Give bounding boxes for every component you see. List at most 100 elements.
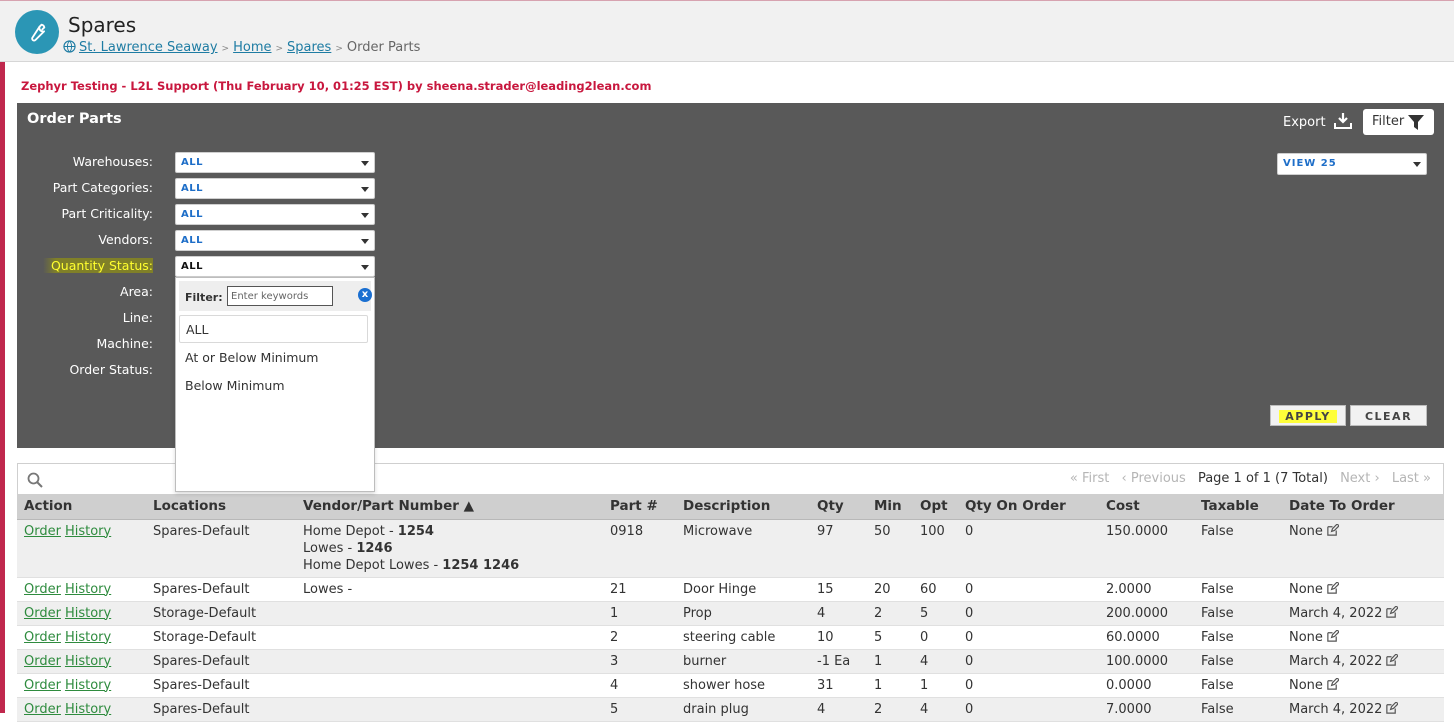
breadcrumb-separator: > [275,44,284,54]
wrench-icon [15,10,59,54]
order-link[interactable]: Order [24,654,61,669]
globe-icon [63,40,76,53]
dropdown-option-all[interactable]: ALL [179,315,368,343]
vendors-select[interactable]: ALL [175,230,375,251]
apply-button[interactable]: APPLY [1270,405,1346,426]
on-order-cell: 0 [958,649,1099,674]
edit-icon[interactable] [1326,580,1340,595]
clear-button[interactable]: CLEAR [1350,405,1427,426]
edit-icon[interactable] [1326,628,1340,643]
dropdown-option-at-or-below-minimum[interactable]: At or Below Minimum [185,350,318,365]
history-link[interactable]: History [65,678,111,693]
qty-cell: 4 [810,601,867,626]
action-cell: Order History [17,601,146,626]
order-link[interactable]: Order [24,630,61,645]
search-icon[interactable] [27,472,43,488]
filter-toggle-button[interactable]: Filter [1363,109,1434,135]
cost-cell: 7.0000 [1099,697,1194,722]
part-cell: 1 [603,601,676,626]
breadcrumb-site[interactable]: St. Lawrence Seaway [79,40,218,55]
order-link[interactable]: Order [24,678,61,693]
opt-cell: 0 [913,625,958,650]
apply-label: APPLY [1279,410,1337,423]
vendor-cell: Home Depot - 1254 Lowes - 1246 Home Depot … [296,519,603,578]
history-link[interactable]: History [65,582,111,597]
order-link[interactable]: Order [24,606,61,621]
pager-status: Page 1 of 1 (7 Total) [1197,471,1328,486]
vendor-cell [296,601,603,626]
filter-label: Filter [1372,114,1405,129]
column-header: Date To Order [1282,494,1444,520]
history-link[interactable]: History [65,702,111,717]
pager-first[interactable]: « First [1070,471,1109,486]
order-link[interactable]: Order [24,524,61,539]
vendor-part-number: 1254 1246 [442,557,520,573]
qty-cell: 15 [810,577,867,602]
download-icon [1333,113,1352,129]
table-row: Order History Storage-Default 1 Prop 4 2 5 0 200.… [17,601,1444,626]
export-button[interactable]: Export [1283,112,1352,130]
filter-label-quantity-status: Quantity Status: [43,258,153,273]
date-to-order-value: March 4, 2022 [1289,701,1383,717]
column-header: Min [867,494,913,520]
part-criticality-select[interactable]: ALL [175,204,375,225]
breadcrumb-home[interactable]: Home [233,40,271,55]
action-cell: Order History [17,625,146,650]
left-accent-stripe [0,62,5,713]
taxable-cell: False [1194,649,1282,674]
dropdown-filter-input[interactable] [227,286,333,306]
column-header[interactable]: Vendor/Part Number ▲ [296,494,603,520]
date-to-order-cell: March 4, 2022 [1282,649,1444,674]
dropdown-option-below-minimum[interactable]: Below Minimum [185,378,285,393]
edit-icon[interactable] [1385,652,1400,667]
action-cell: Order History [17,697,146,722]
desc-cell: burner [676,649,810,674]
pager-previous[interactable]: ‹ Previous [1122,471,1186,486]
location-cell: Spares-Default [146,577,296,602]
vendor-line: Home Depot - 1254 [303,523,603,540]
warehouses-select[interactable]: ALL [175,152,375,173]
part-cell: 5 [603,697,676,722]
location-cell: Spares-Default [146,673,296,698]
history-link[interactable]: History [65,654,111,669]
history-link[interactable]: History [65,524,111,539]
view-count-select[interactable]: VIEW 25 [1277,153,1427,175]
quantity-status-select[interactable]: ALL [175,256,375,277]
edit-icon[interactable] [1385,604,1400,619]
qty-cell: 10 [810,625,867,650]
vendor-name: Lowes - [303,581,353,597]
desc-cell: Microwave [676,519,810,578]
filter-label-warehouses: Warehouses: [72,154,153,169]
quantity-status-text: Quantity Status: [50,258,153,273]
date-to-order-value: March 4, 2022 [1289,605,1383,621]
clear-filter-icon[interactable]: x [358,288,372,302]
column-header: Cost [1099,494,1194,520]
order-link[interactable]: Order [24,582,61,597]
history-link[interactable]: History [65,630,111,645]
history-link[interactable]: History [65,606,111,621]
edit-icon[interactable] [1326,522,1340,537]
table-row: Order History Spares-Default Lowes - 21 Door… [17,577,1444,602]
vendor-name: Lowes - [303,540,357,556]
breadcrumb-current: Order Parts [346,40,421,55]
vendor-cell [296,697,603,722]
opt-cell: 60 [913,577,958,602]
order-link[interactable]: Order [24,702,61,717]
date-to-order-value: None [1289,677,1323,693]
edit-icon[interactable] [1326,676,1340,691]
caret-down-icon [361,161,369,166]
pager-last[interactable]: Last » [1392,471,1431,486]
vendor-cell [296,625,603,650]
part-cell: 0918 [603,519,676,578]
taxable-cell: False [1194,697,1282,722]
vendor-cell: Lowes - [296,577,603,602]
part-categories-select[interactable]: ALL [175,178,375,199]
vendor-name: Home Depot - [303,523,398,539]
breadcrumb-spares[interactable]: Spares [287,40,331,55]
on-order-cell: 0 [958,697,1099,722]
vendor-part-number: 1246 [356,540,393,556]
pager-next[interactable]: Next › [1340,471,1380,486]
cost-cell: 0.0000 [1099,673,1194,698]
desc-cell: Prop [676,601,810,626]
column-header: Taxable [1194,494,1282,520]
